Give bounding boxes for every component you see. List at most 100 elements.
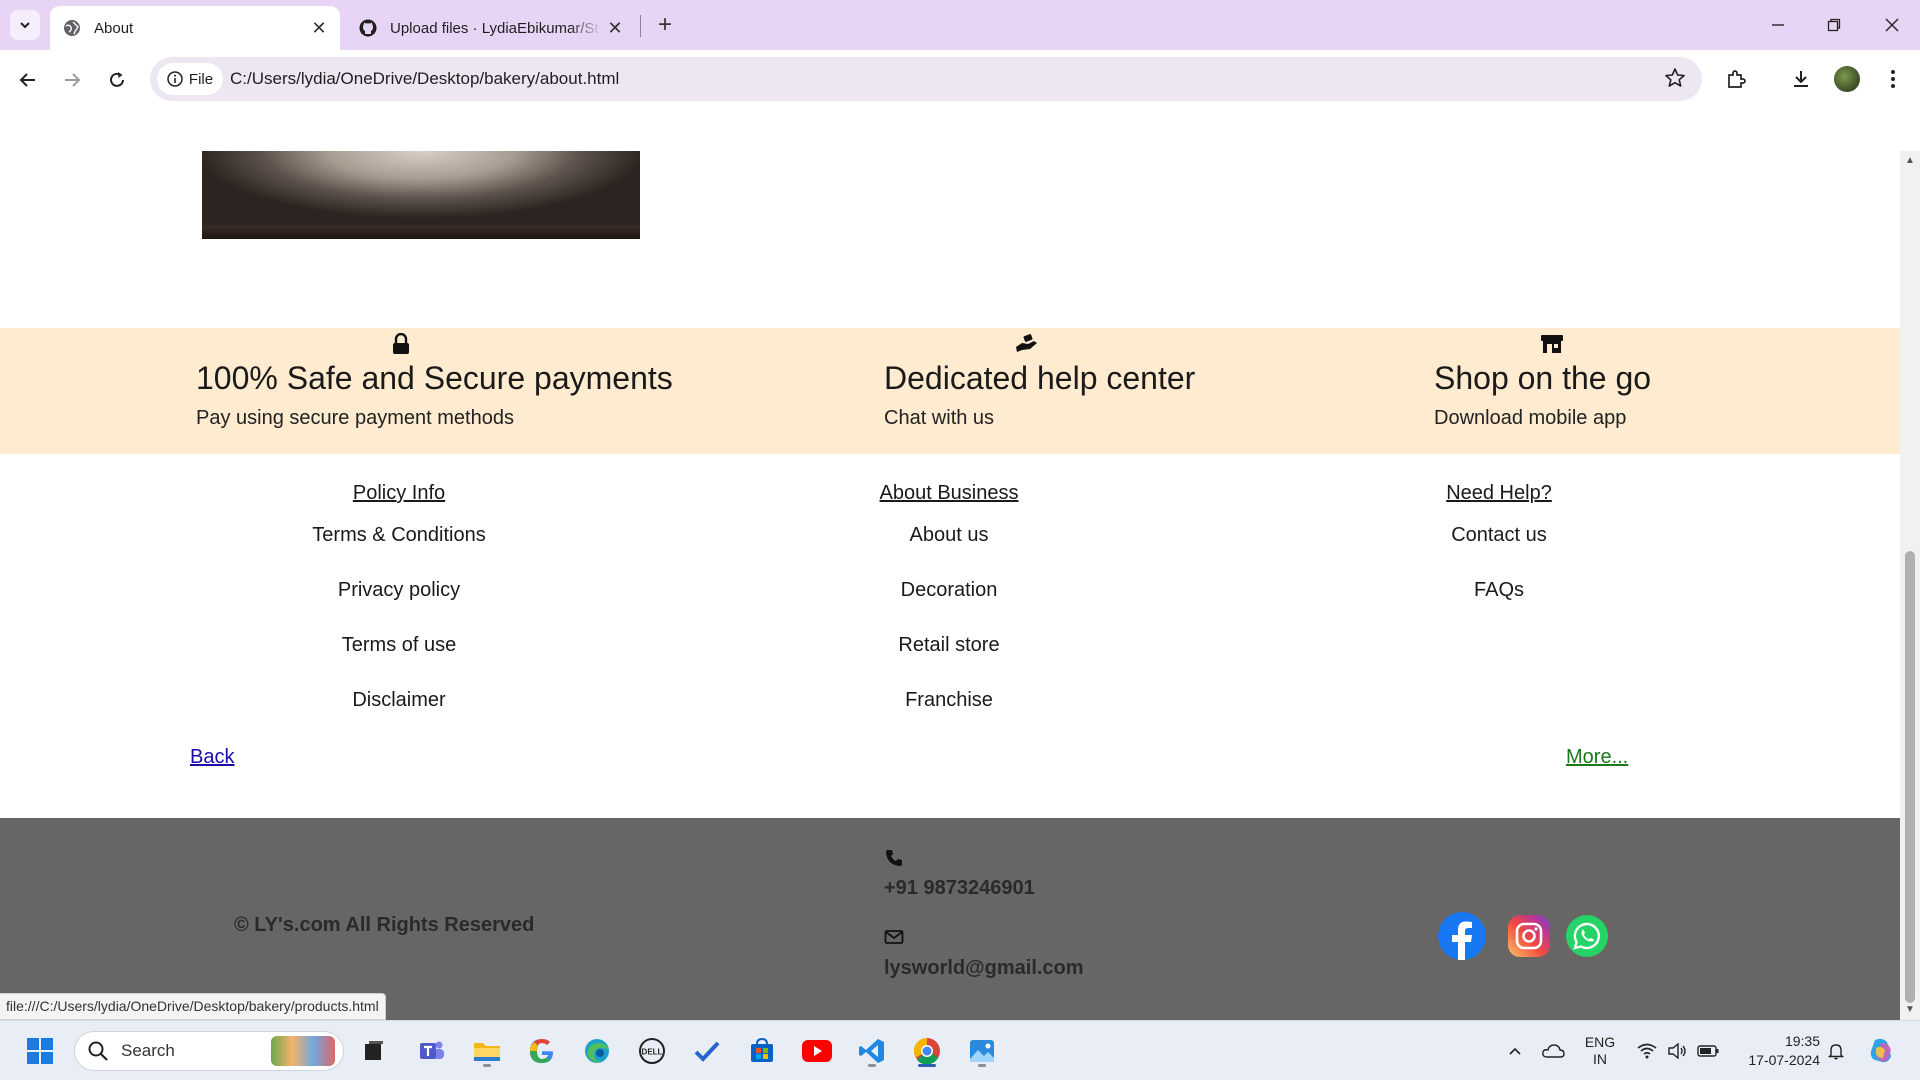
flour-bowl-image xyxy=(202,151,640,239)
site-footer: © LY's.com All Rights Reserved +91 98732… xyxy=(0,818,1900,1020)
faqs-link[interactable]: FAQs xyxy=(1299,579,1699,602)
vscode-icon[interactable] xyxy=(852,1031,892,1071)
policy-info-heading[interactable]: Policy Info xyxy=(199,482,599,505)
chrome-icon[interactable] xyxy=(907,1031,947,1071)
task-view-icon[interactable] xyxy=(354,1031,394,1071)
url-text[interactable]: C:/Users/lydia/OneDrive/Desktop/bakery/a… xyxy=(230,69,619,89)
copilot-icon[interactable] xyxy=(1862,1021,1902,1080)
onedrive-icon[interactable] xyxy=(1538,1021,1568,1080)
download-icon[interactable] xyxy=(1784,62,1818,96)
battery-icon[interactable] xyxy=(1694,1021,1722,1080)
feature-subtitle: Pay using secure payment methods xyxy=(196,407,514,429)
feature-title: Dedicated help center xyxy=(884,360,1196,396)
franchise-link[interactable]: Franchise xyxy=(749,689,1149,712)
need-help-heading[interactable]: Need Help? xyxy=(1299,482,1699,505)
phone-icon xyxy=(884,848,904,868)
terms-of-use-link[interactable]: Terms of use xyxy=(199,634,599,657)
forward-arrow-icon[interactable] xyxy=(56,64,88,96)
teams-icon[interactable] xyxy=(412,1031,452,1071)
whatsapp-icon[interactable] xyxy=(1566,915,1608,957)
close-tab-icon[interactable]: ✕ xyxy=(306,15,332,41)
file-explorer-icon[interactable] xyxy=(467,1031,507,1071)
feature-title: Shop on the go xyxy=(1434,360,1652,396)
chevron-down-icon xyxy=(20,22,30,29)
tab-about[interactable]: About ✕ xyxy=(50,6,340,50)
windows-start-icon[interactable] xyxy=(20,1031,60,1071)
features-band: 100% Safe and Secure payments Pay using … xyxy=(0,328,1900,454)
bookmark-star-icon[interactable] xyxy=(1664,67,1686,94)
envelope-icon xyxy=(884,928,904,948)
site-info-chip[interactable]: File xyxy=(157,63,223,95)
lock-icon xyxy=(389,332,413,356)
disclaimer-link[interactable]: Disclaimer xyxy=(199,689,599,712)
info-icon xyxy=(167,71,183,87)
tab-upload-files[interactable]: Upload files · LydiaEbikumar/St ✕ xyxy=(346,6,636,50)
svg-text:DELL: DELL xyxy=(642,1048,663,1057)
restore-icon[interactable] xyxy=(1806,0,1862,50)
search-label: Search xyxy=(121,1041,175,1060)
reload-icon[interactable] xyxy=(101,64,133,96)
youtube-icon[interactable] xyxy=(797,1031,837,1071)
copyright-text: © LY's.com All Rights Reserved xyxy=(234,914,535,936)
close-tab-icon[interactable]: ✕ xyxy=(602,15,628,41)
decoration-link[interactable]: Decoration xyxy=(749,579,1149,602)
menu-kebab-icon[interactable] xyxy=(1876,62,1910,96)
microsoft-store-icon[interactable] xyxy=(742,1031,782,1071)
footer-links-section: Policy Info Terms & Conditions Privacy p… xyxy=(0,454,1900,818)
show-hidden-icons-chevron-icon[interactable] xyxy=(1500,1021,1530,1080)
google-icon[interactable] xyxy=(522,1031,562,1071)
email-address[interactable]: lysworld@gmail.com xyxy=(884,957,1084,980)
volume-icon[interactable] xyxy=(1663,1021,1691,1080)
language-code: ENG xyxy=(1584,1034,1616,1050)
search-highlight-image xyxy=(271,1036,335,1066)
wifi-icon[interactable] xyxy=(1633,1021,1661,1080)
phone-number[interactable]: +91 9873246901 xyxy=(884,877,1035,900)
browser-tab-bar: About ✕ Upload files · LydiaEbikumar/St … xyxy=(0,0,1920,50)
globe-icon xyxy=(62,18,82,38)
language-region: IN xyxy=(1593,1051,1607,1067)
feature-subtitle: Chat with us xyxy=(884,407,995,429)
profile-avatar[interactable] xyxy=(1830,62,1864,96)
helping-hand-icon xyxy=(1014,332,1038,356)
clock[interactable]: 19:35 17-07-2024 xyxy=(1730,1021,1820,1080)
taskbar-search[interactable]: Search xyxy=(74,1031,344,1071)
retail-store-link[interactable]: Retail store xyxy=(749,634,1149,657)
back-arrow-icon[interactable] xyxy=(12,64,44,96)
page-scrollbar[interactable]: ▲ ▼ xyxy=(1900,151,1920,1020)
new-tab-button[interactable]: + xyxy=(650,10,680,40)
scroll-up-icon[interactable]: ▲ xyxy=(1904,155,1916,167)
feature-title: 100% Safe and Secure payments xyxy=(196,360,673,396)
scroll-thumb[interactable] xyxy=(1905,551,1915,1003)
scroll-down-icon[interactable]: ▼ xyxy=(1904,1004,1916,1016)
search-icon xyxy=(88,1041,108,1061)
tab-title: Upload files · LydiaEbikumar/St xyxy=(390,19,599,37)
windows-taskbar: Search DELL ENG IN 19:35 17-07-2024 xyxy=(0,1020,1920,1080)
about-us-link[interactable]: About us xyxy=(749,524,1149,547)
about-business-heading[interactable]: About Business xyxy=(749,482,1149,505)
privacy-policy-link[interactable]: Privacy policy xyxy=(199,579,599,602)
clock-date: 17-07-2024 xyxy=(1748,1052,1820,1068)
minimize-icon[interactable] xyxy=(1750,0,1806,50)
back-link[interactable]: Back xyxy=(190,746,234,769)
tab-title: About xyxy=(94,19,134,37)
more-link[interactable]: More... xyxy=(1566,746,1628,769)
dell-icon[interactable]: DELL xyxy=(632,1031,672,1071)
clock-time: 19:35 xyxy=(1784,1033,1820,1049)
photos-icon[interactable] xyxy=(962,1031,1002,1071)
extensions-icon[interactable] xyxy=(1719,62,1753,96)
feature-subtitle: Download mobile app xyxy=(1434,407,1627,429)
instagram-icon[interactable] xyxy=(1508,915,1550,957)
facebook-icon[interactable] xyxy=(1438,912,1486,960)
edge-icon[interactable] xyxy=(577,1031,617,1071)
tab-search-button[interactable] xyxy=(10,10,40,40)
close-window-icon[interactable] xyxy=(1864,0,1920,50)
terms-conditions-link[interactable]: Terms & Conditions xyxy=(199,524,599,547)
scheme-label: File xyxy=(188,70,214,88)
store-icon xyxy=(1540,332,1564,356)
contact-us-link[interactable]: Contact us xyxy=(1299,524,1699,547)
notification-bell-icon[interactable] xyxy=(1822,1021,1850,1080)
address-bar[interactable]: File C:/Users/lydia/OneDrive/Desktop/bak… xyxy=(150,57,1702,101)
todo-icon[interactable] xyxy=(687,1031,727,1071)
tab-separator xyxy=(640,15,641,37)
language-indicator[interactable]: ENG IN xyxy=(1580,1021,1620,1080)
